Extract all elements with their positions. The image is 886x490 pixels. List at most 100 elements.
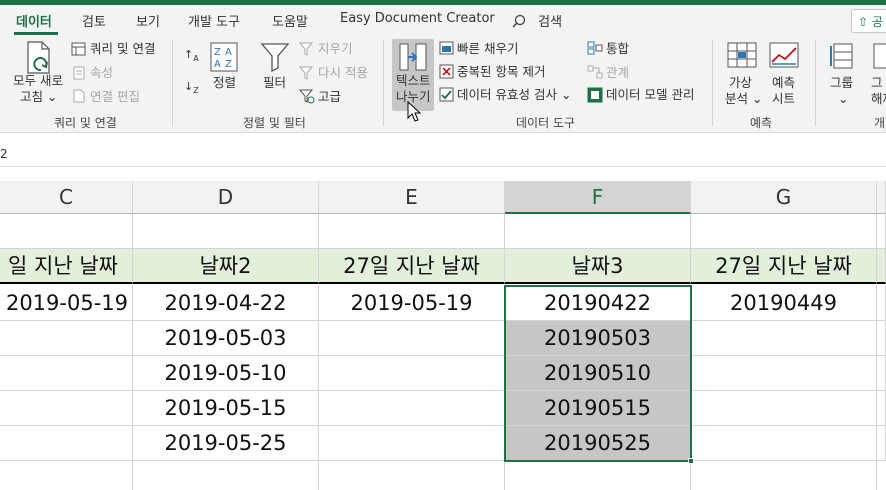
table-cell[interactable]: 20190515 bbox=[505, 391, 691, 426]
filter-icon bbox=[260, 43, 290, 72]
grid-cell[interactable] bbox=[877, 321, 886, 356]
queries-connections-icon bbox=[71, 42, 86, 56]
table-cell[interactable]: 2019-04-22 bbox=[133, 286, 319, 321]
table-cell[interactable] bbox=[0, 356, 133, 391]
remove-duplicates-button[interactable]: 중복된 항목 제거 bbox=[457, 64, 545, 80]
column-header-c[interactable]: C bbox=[0, 181, 133, 214]
sort-button[interactable]: 정렬 bbox=[213, 75, 236, 91]
advanced-filter-icon bbox=[299, 89, 315, 104]
search-icon bbox=[512, 14, 526, 28]
worksheet-grid[interactable]: C D E F G 일 지난 날짜 날짜2 27일 지난 날짜 날짜3 27일 … bbox=[0, 181, 886, 490]
grid-cell[interactable] bbox=[505, 461, 691, 490]
ungroup-icon bbox=[873, 43, 886, 69]
grid-cell[interactable] bbox=[877, 286, 886, 321]
table-header-cell[interactable]: 날짜3 bbox=[505, 249, 691, 284]
column-header-d[interactable]: D bbox=[133, 181, 319, 214]
sort-ascending-button[interactable]: ↑A bbox=[184, 47, 199, 67]
grid-cell[interactable] bbox=[877, 214, 886, 249]
table-cell[interactable] bbox=[319, 356, 505, 391]
column-header-h[interactable] bbox=[877, 181, 886, 214]
data-validation-button[interactable]: 데이터 유효성 검사 ⌄ bbox=[457, 87, 571, 103]
name-box[interactable]: 2 bbox=[0, 147, 8, 161]
column-header-f[interactable]: F bbox=[505, 181, 691, 214]
table-cell[interactable]: 20190510 bbox=[505, 356, 691, 391]
reapply-icon bbox=[299, 66, 313, 80]
svg-text:Z: Z bbox=[225, 59, 232, 70]
table-cell[interactable] bbox=[691, 426, 877, 461]
table-cell[interactable]: 20190503 bbox=[505, 321, 691, 356]
search-box[interactable]: 검색 bbox=[512, 11, 562, 30]
table-cell[interactable] bbox=[319, 321, 505, 356]
grid-cell[interactable] bbox=[0, 461, 133, 490]
share-button[interactable]: ⇧ 공 bbox=[851, 9, 886, 33]
grid-cell[interactable] bbox=[0, 214, 133, 249]
tab-review[interactable]: 검토 bbox=[82, 11, 106, 30]
relationships-icon bbox=[587, 65, 603, 79]
grid-cell[interactable] bbox=[877, 249, 886, 284]
manage-data-model-button[interactable]: 데이터 모델 관리 bbox=[606, 87, 694, 103]
relationships-button[interactable]: 관계 bbox=[606, 65, 629, 81]
forecast-sheet-button[interactable]: 예측 시트 bbox=[772, 75, 795, 107]
consolidate-button[interactable]: 통합 bbox=[606, 41, 629, 57]
grid-cell[interactable] bbox=[319, 461, 505, 490]
column-header-e[interactable]: E bbox=[319, 181, 505, 214]
grid-cell[interactable] bbox=[877, 391, 886, 426]
properties-button[interactable]: 속성 bbox=[90, 65, 113, 81]
table-cell[interactable] bbox=[0, 321, 133, 356]
table-cell[interactable] bbox=[0, 426, 133, 461]
table-cell[interactable] bbox=[0, 391, 133, 426]
edit-links-button[interactable]: 연결 편집 bbox=[90, 89, 140, 105]
refresh-all-button[interactable]: 모두 새로 고침 ⌄ bbox=[13, 73, 63, 105]
table-cell[interactable]: 2019-05-10 bbox=[133, 356, 319, 391]
group-label-sort-filter: 정렬 및 필터 bbox=[243, 116, 306, 130]
grid-cell[interactable] bbox=[505, 214, 691, 249]
table-cell[interactable] bbox=[319, 426, 505, 461]
group-separator bbox=[712, 40, 713, 126]
forecast-sheet-icon bbox=[769, 42, 799, 68]
table-cell[interactable] bbox=[691, 356, 877, 391]
tab-data[interactable]: 데이터 bbox=[16, 11, 52, 30]
advanced-button[interactable]: 고급 bbox=[318, 89, 341, 105]
grid-cell[interactable] bbox=[319, 214, 505, 249]
table-cell[interactable]: 2019-05-25 bbox=[133, 426, 319, 461]
queries-connections-button[interactable]: 쿼리 및 연결 bbox=[90, 41, 155, 57]
edit-links-icon bbox=[73, 89, 85, 103]
table-header-cell[interactable]: 날짜2 bbox=[133, 249, 319, 284]
grid-cell[interactable] bbox=[133, 461, 319, 490]
grid-cell[interactable] bbox=[691, 461, 877, 490]
clear-button[interactable]: 지우기 bbox=[318, 41, 353, 57]
grid-cell[interactable] bbox=[877, 356, 886, 391]
table-cell[interactable]: 2019-05-15 bbox=[133, 391, 319, 426]
table-cell[interactable]: 2019-05-19 bbox=[0, 286, 133, 321]
table-cell[interactable] bbox=[319, 391, 505, 426]
grid-cell[interactable] bbox=[877, 426, 886, 461]
table-cell[interactable]: 2019-05-19 bbox=[319, 286, 505, 321]
filter-button[interactable]: 필터 bbox=[263, 75, 286, 91]
clear-filter-icon bbox=[299, 42, 313, 56]
table-cell[interactable] bbox=[691, 391, 877, 426]
tab-developer[interactable]: 개발 도구 bbox=[188, 11, 240, 30]
text-to-columns-icon bbox=[399, 43, 427, 71]
table-header-cell[interactable]: 일 지난 날짜 bbox=[0, 249, 133, 284]
column-header-g[interactable]: G bbox=[691, 181, 877, 214]
reapply-button[interactable]: 다시 적용 bbox=[318, 65, 368, 81]
grid-cell[interactable] bbox=[133, 214, 319, 249]
flash-fill-button[interactable]: 빠른 채우기 bbox=[457, 41, 518, 57]
fill-handle[interactable] bbox=[688, 458, 694, 464]
table-cell[interactable]: 20190422 bbox=[505, 286, 691, 321]
group-button[interactable]: 그룹 ⌄ bbox=[830, 75, 853, 107]
ungroup-button[interactable]: 그 해제 bbox=[871, 75, 886, 107]
table-cell[interactable]: 20190525 bbox=[505, 426, 691, 461]
table-cell[interactable]: 2019-05-03 bbox=[133, 321, 319, 356]
tab-help[interactable]: 도움말 bbox=[272, 11, 308, 30]
tab-easy-document-creator[interactable]: Easy Document Creator bbox=[340, 11, 495, 26]
table-cell[interactable]: 20190449 bbox=[691, 286, 877, 321]
table-header-cell[interactable]: 27일 지난 날짜 bbox=[691, 249, 877, 284]
grid-cell[interactable] bbox=[691, 214, 877, 249]
what-if-analysis-button[interactable]: 가상 분석 ⌄ bbox=[725, 75, 762, 107]
table-header-cell[interactable]: 27일 지난 날짜 bbox=[319, 249, 505, 284]
consolidate-icon bbox=[587, 41, 603, 55]
tab-view[interactable]: 보기 bbox=[136, 11, 160, 30]
sort-descending-button[interactable]: ↓Z bbox=[184, 79, 199, 99]
table-cell[interactable] bbox=[691, 321, 877, 356]
